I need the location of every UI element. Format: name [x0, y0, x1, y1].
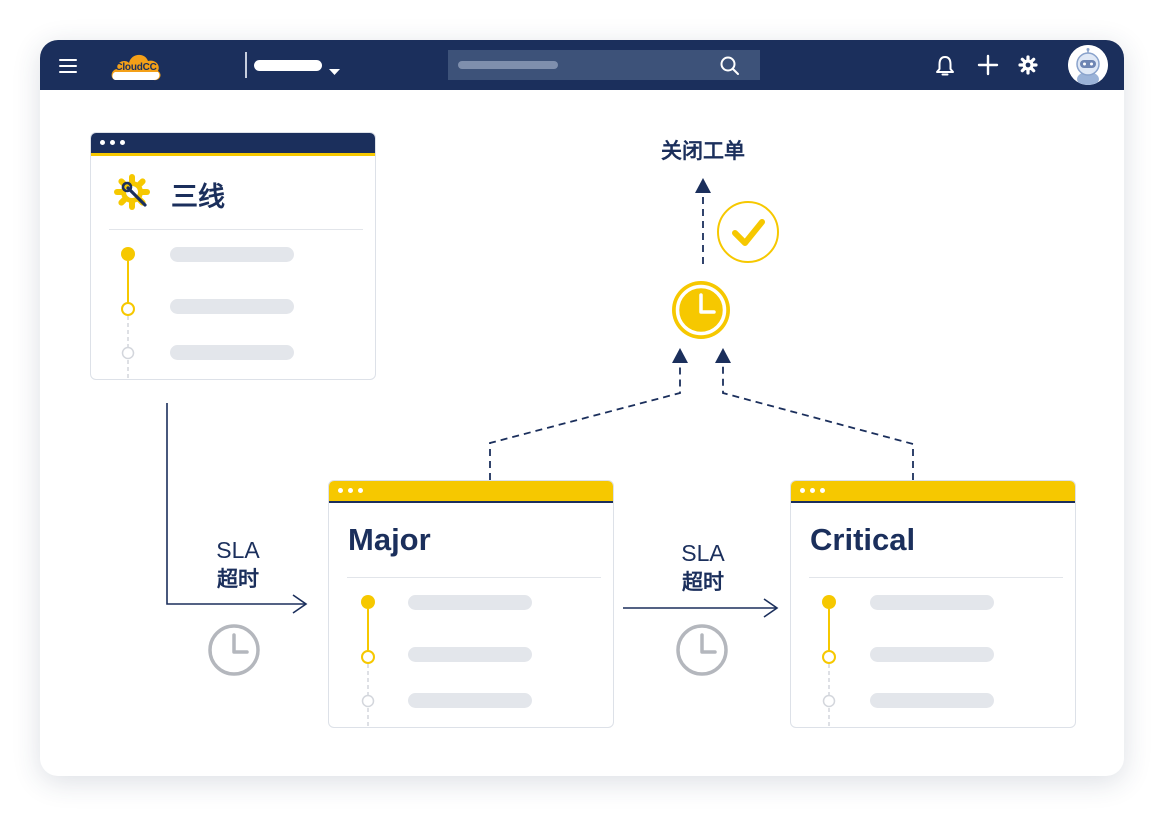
tier-card-level3: 三线 [90, 132, 376, 380]
sla-label: SLA [681, 540, 725, 566]
close-ticket-label: 关闭工单 [661, 140, 745, 163]
resolve-path-major [489, 366, 681, 480]
card-divider [109, 229, 363, 230]
card-header [329, 481, 613, 503]
sla-clock-icon [672, 281, 730, 339]
card-header [791, 481, 1075, 503]
tier-card-major: Major [328, 480, 614, 728]
timeout-clock-icon [208, 624, 260, 676]
list-item-placeholder [870, 595, 994, 610]
check-circle-icon [717, 201, 779, 263]
card-title: 三线 [171, 182, 225, 212]
timeout-clock-icon [676, 624, 728, 676]
list-item-placeholder [870, 647, 994, 662]
sla-label: SLA [216, 537, 260, 563]
list-item-placeholder [170, 345, 294, 360]
list-item-placeholder [408, 595, 532, 610]
timeline-steps [822, 595, 836, 727]
app-window: CloudCC 关闭工单 SLA 超时 SLA 超时 三线 Major Crit… [40, 40, 1124, 776]
arrow-up-icon [672, 348, 688, 363]
list-item-placeholder [408, 647, 532, 662]
arrow-up-icon [695, 178, 711, 193]
card-title: Critical [810, 522, 916, 557]
list-item-placeholder [408, 693, 532, 708]
list-item-placeholder [170, 247, 294, 262]
list-item-placeholder [870, 693, 994, 708]
list-item-placeholder [170, 299, 294, 314]
arrow-up-icon [715, 348, 731, 363]
card-divider [347, 577, 601, 578]
tier-card-critical: Critical [790, 480, 1076, 728]
timeout-label: 超时 [682, 571, 724, 594]
timeline-steps [361, 595, 375, 727]
timeline-steps [121, 247, 135, 379]
card-divider [809, 577, 1063, 578]
card-title: Major [348, 522, 431, 557]
gear-wrench-icon [113, 173, 151, 216]
resolve-path-critical [722, 366, 914, 480]
timeout-label: 超时 [217, 568, 259, 591]
card-header [91, 133, 375, 156]
